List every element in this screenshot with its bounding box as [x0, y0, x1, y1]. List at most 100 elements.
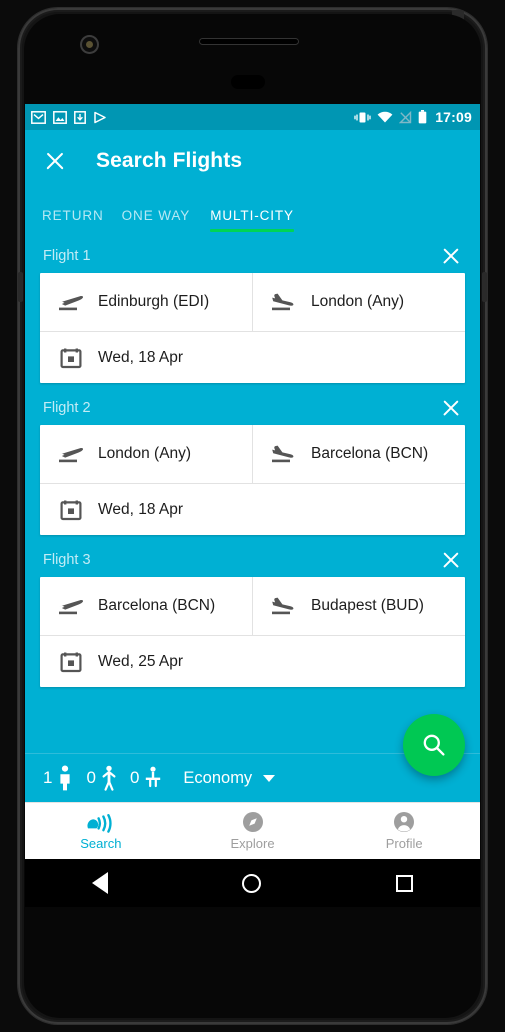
destination-value: Budapest (BUD) [311, 597, 424, 615]
left-antenna-band [18, 272, 23, 302]
children-selector[interactable]: 0 [86, 765, 116, 791]
photos-icon [53, 110, 67, 124]
nav-item-explore[interactable]: Explore [177, 803, 329, 859]
cabin-class-dropdown[interactable]: Economy [183, 768, 276, 788]
no-signal-icon [399, 110, 412, 123]
destination-field[interactable]: Budapest (BUD) [252, 577, 465, 635]
android-recents-icon[interactable] [395, 874, 413, 892]
takeoff-icon [54, 595, 88, 617]
skyscanner-logo-icon [87, 813, 112, 833]
flight-list: Flight 1 Edinburgh (EDI) London (Any) We… [25, 232, 480, 687]
adult-icon [60, 765, 71, 791]
calendar-icon [54, 651, 88, 673]
nav-label-profile: Profile [385, 836, 423, 851]
android-navigation-bar [25, 859, 480, 907]
status-bar-clock: 17:09 [435, 109, 472, 125]
origin-field[interactable]: Edinburgh (EDI) [40, 273, 252, 331]
cabin-class-value: Economy [183, 768, 253, 787]
tab-multi-city[interactable]: MULTI-CITY [210, 208, 311, 232]
nav-item-profile[interactable]: Profile [328, 803, 480, 859]
calendar-icon [54, 347, 88, 369]
children-count: 0 [86, 768, 96, 787]
remove-flight-icon[interactable] [440, 245, 462, 267]
earpiece-speaker [199, 38, 299, 45]
flight-header: Flight 1 [40, 238, 465, 273]
flight-card: Barcelona (BCN) Budapest (BUD) Wed, 25 A… [40, 577, 465, 687]
nav-label-explore: Explore [230, 836, 275, 851]
battery-icon [418, 110, 427, 124]
search-icon [423, 734, 445, 756]
gmail-icon [31, 110, 46, 124]
phone-screen: 17:09 Search Flights RETURN ONE WAY MULT… [25, 104, 480, 859]
landing-icon [267, 595, 301, 617]
phone-mockup: 17:09 Search Flights RETURN ONE WAY MULT… [0, 0, 505, 1032]
remove-flight-icon[interactable] [440, 549, 462, 571]
flight-header: Flight 2 [40, 390, 465, 425]
destination-field[interactable]: Barcelona (BCN) [252, 425, 465, 483]
flight-block: Flight 3 Barcelona (BCN) Budapest (BUD) … [40, 542, 465, 687]
departure-date-value: Wed, 25 Apr [98, 652, 184, 670]
person-icon [394, 812, 415, 832]
play-store-icon [94, 111, 106, 123]
takeoff-icon [54, 443, 88, 465]
flight-route-row: Edinburgh (EDI) London (Any) [40, 273, 465, 331]
flight-block: Flight 2 London (Any) Barcelona (BCN) We… [40, 390, 465, 535]
wifi-icon [377, 111, 393, 122]
flight-label: Flight 2 [43, 399, 91, 416]
origin-value: Barcelona (BCN) [98, 597, 216, 615]
nav-label-search: Search [80, 835, 122, 851]
flight-block: Flight 1 Edinburgh (EDI) London (Any) We… [40, 238, 465, 383]
front-camera-icon [80, 35, 99, 54]
departure-date-value: Wed, 18 Apr [98, 348, 184, 366]
infants-count: 0 [129, 768, 140, 787]
compass-icon [242, 812, 263, 832]
app-bar: Search Flights [25, 130, 480, 192]
nav-item-search[interactable]: Search [25, 803, 177, 859]
origin-value: London (Any) [98, 445, 192, 463]
tab-return[interactable]: RETURN [42, 208, 122, 232]
trip-type-tabs: RETURN ONE WAY MULTI-CITY [25, 192, 480, 232]
departure-date-field[interactable]: Wed, 18 Apr [40, 331, 465, 383]
flight-card: London (Any) Barcelona (BCN) Wed, 18 Apr [40, 425, 465, 535]
calendar-icon [54, 499, 88, 521]
bottom-navigation: Search Explore Profile [25, 802, 480, 859]
departure-date-field[interactable]: Wed, 18 Apr [40, 483, 465, 535]
origin-field[interactable]: Barcelona (BCN) [40, 577, 252, 635]
android-home-icon[interactable] [242, 873, 262, 893]
remove-flight-icon[interactable] [440, 397, 462, 419]
origin-field[interactable]: London (Any) [40, 425, 252, 483]
tab-one-way[interactable]: ONE WAY [122, 208, 211, 232]
landing-icon [267, 291, 301, 313]
destination-field[interactable]: London (Any) [252, 273, 465, 331]
right-antenna-band [482, 272, 487, 302]
departure-date-field[interactable]: Wed, 25 Apr [40, 635, 465, 687]
android-back-icon[interactable] [92, 872, 109, 894]
proximity-sensor [231, 75, 265, 89]
page-title: Search Flights [96, 149, 243, 172]
flight-label: Flight 1 [43, 247, 91, 264]
flight-route-row: London (Any) Barcelona (BCN) [40, 425, 465, 483]
status-bar-notification-icons [31, 110, 107, 124]
infant-icon [146, 766, 161, 788]
landing-icon [267, 443, 301, 465]
adults-selector[interactable]: 1 [43, 765, 73, 791]
status-bar-system-icons: 17:09 [354, 109, 472, 125]
flight-label: Flight 3 [43, 551, 91, 568]
close-icon[interactable] [42, 148, 68, 174]
flight-header: Flight 3 [40, 542, 465, 577]
takeoff-icon [54, 291, 88, 313]
destination-value: Barcelona (BCN) [311, 445, 429, 463]
status-bar: 17:09 [25, 104, 480, 130]
vibrate-icon [354, 112, 371, 122]
flight-route-row: Barcelona (BCN) Budapest (BUD) [40, 577, 465, 635]
flight-card: Edinburgh (EDI) London (Any) Wed, 18 Apr [40, 273, 465, 383]
adults-count: 1 [43, 768, 53, 787]
download-icon [74, 110, 86, 124]
child-icon [102, 765, 116, 791]
origin-value: Edinburgh (EDI) [98, 293, 210, 311]
infants-selector[interactable]: 0 [130, 765, 162, 791]
departure-date-value: Wed, 18 Apr [98, 500, 184, 518]
destination-value: London (Any) [311, 293, 405, 311]
chevron-down-icon [263, 774, 276, 782]
search-fab-button[interactable] [403, 714, 465, 776]
